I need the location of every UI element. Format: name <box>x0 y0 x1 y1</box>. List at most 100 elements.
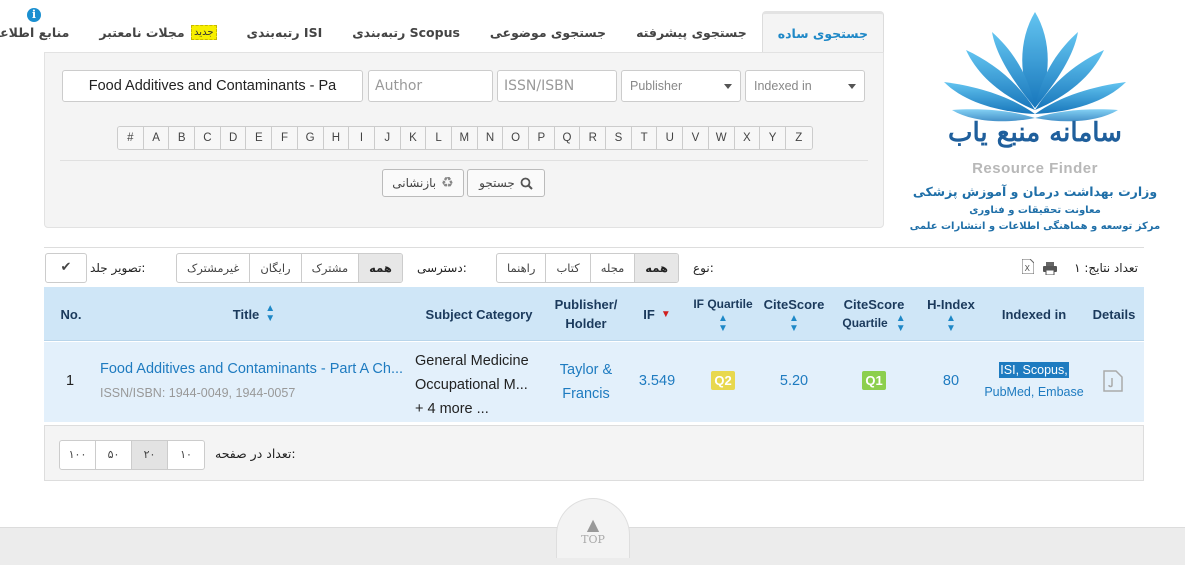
alphabet-letter-button[interactable]: A <box>143 127 170 149</box>
alphabet-letter-button[interactable]: # <box>118 127 144 149</box>
alphabet-letter-button[interactable]: K <box>400 127 427 149</box>
tab-isi-ranking[interactable]: رتبه‌بندی ISI <box>232 12 338 52</box>
col-no-label: No. <box>60 306 82 322</box>
publisher-link[interactable]: Taylor & Francis <box>548 358 624 406</box>
access-option-unsubscribed[interactable]: غیرمشترک <box>177 254 249 282</box>
issn-input[interactable]: ISSN/ISBN <box>497 70 617 102</box>
table-row: 1 Food Additives and Contaminants - Part… <box>44 342 1144 422</box>
access-label: دسترسی: <box>417 261 467 275</box>
tab-label: رتبه‌بندی ISI <box>246 24 323 40</box>
results-table-header: No. Title ▲ ▼ Subject Category Publisher/H… <box>44 287 1144 341</box>
tab-advanced-search[interactable]: جستجوی پیشرفته <box>621 12 762 52</box>
type-option-journal[interactable]: مجله <box>589 254 635 282</box>
alphabet-letter-button[interactable]: Y <box>760 127 786 149</box>
page-size-20[interactable]: ۲۰ <box>132 441 168 469</box>
search-icon <box>520 177 533 190</box>
alphabet-letter-button[interactable]: I <box>349 127 375 149</box>
indexed-in-select[interactable]: Indexed in <box>745 70 865 102</box>
reset-button[interactable]: بازنشانی ♻ <box>382 169 464 197</box>
alphabet-letter-button[interactable]: Z <box>785 127 812 149</box>
alphabet-letter-button[interactable]: V <box>683 127 709 149</box>
search-button[interactable]: جستجو <box>467 169 545 197</box>
details-icon[interactable] <box>1103 370 1123 396</box>
publisher-select-label: Publisher <box>630 79 683 93</box>
type-option-all[interactable]: همه <box>634 254 678 282</box>
col-cs-quartile-label: CiteScore <box>843 296 905 312</box>
alphabet-letter-button[interactable]: B <box>169 127 196 149</box>
alphabet-letter-button[interactable]: O <box>503 127 529 149</box>
tab-scopus-ranking[interactable]: رتبه‌بندی Scopus <box>337 12 475 52</box>
alphabet-letter-button[interactable]: U <box>657 127 684 149</box>
alphabet-letter-button[interactable]: L <box>426 127 452 149</box>
excel-export-icon[interactable]: X <box>1021 258 1035 278</box>
col-hindex[interactable]: H-Index ▲ ▼ <box>919 287 983 341</box>
alphabet-letter-button[interactable]: S <box>606 127 632 149</box>
alphabet-letter-button[interactable]: H <box>323 127 350 149</box>
alphabet-letter-button[interactable]: F <box>272 127 298 149</box>
col-citescore-label: CiteScore <box>763 296 825 312</box>
alphabet-letter-button[interactable]: N <box>477 127 504 149</box>
alphabet-letter-button[interactable]: X <box>734 127 761 149</box>
print-icon[interactable] <box>1043 260 1057 279</box>
col-if-quartile[interactable]: IF Quartile ▲ ▼ <box>689 287 757 341</box>
alphabet-letter-button[interactable]: P <box>529 127 555 149</box>
tab-information-sources[interactable]: منابع اطلاعاتی <box>0 12 84 52</box>
col-subject: Subject Category <box>414 287 544 341</box>
access-filter: همه مشترک رایگان غیرمشترک <box>176 253 403 283</box>
alphabet-letter-button[interactable]: Q <box>554 127 581 149</box>
scroll-top-button[interactable]: ▲ TOP <box>556 498 630 558</box>
page-size-selector: ۱۰۰ ۵۰ ۲۰ ۱۰ <box>59 440 205 470</box>
publisher-select[interactable]: Publisher <box>621 70 741 102</box>
journal-title-link[interactable]: Food Additives and Contaminants - Part A… <box>100 361 412 377</box>
tab-label: جستجوی موضوعی <box>489 24 607 40</box>
deputy-name: معاونت تحقیقات و فناوری <box>969 205 1101 216</box>
alphabet-letter-button[interactable]: W <box>708 127 735 149</box>
type-option-guide[interactable]: راهنما <box>497 254 545 282</box>
col-publisher: Publisher/Holder <box>548 287 624 341</box>
alphabet-letter-button[interactable]: J <box>374 127 401 149</box>
col-if-label: IF <box>643 306 655 322</box>
cover-toggle[interactable]: ✔ <box>45 253 87 283</box>
sort-icon: ▲ ▼ <box>946 312 956 334</box>
col-citescore[interactable]: CiteScore ▲ ▼ <box>759 287 829 341</box>
recycle-icon: ♻ <box>441 175 454 191</box>
alphabet-letter-button[interactable]: D <box>220 127 247 149</box>
access-option-all[interactable]: همه <box>358 254 402 282</box>
access-option-free[interactable]: رایگان <box>249 254 300 282</box>
alphabet-letter-button[interactable]: C <box>195 127 221 149</box>
alphabet-letter-button[interactable]: E <box>246 127 273 149</box>
tab-subject-search[interactable]: جستجوی موضوعی <box>475 12 621 52</box>
col-cs-quartile[interactable]: CiteScore Quartile ▲ ▼ <box>834 287 914 341</box>
col-cs-quartile-label-2: Quartile <box>842 316 888 330</box>
indexed-select-label: Indexed in <box>754 79 812 93</box>
alphabet-letter-button[interactable]: T <box>631 127 658 149</box>
if-quartile-cell: Q2 <box>689 371 757 390</box>
alphabet-letter-button[interactable]: M <box>451 127 478 149</box>
col-if-quartile-label: IF Quartile <box>693 296 753 311</box>
tab-invalid-journals[interactable]: مجلات نامعتبر جدید <box>84 12 231 52</box>
subject-more-link[interactable]: + 4 more ... <box>415 397 535 421</box>
alphabet-letter-button[interactable]: R <box>580 127 607 149</box>
result-count: تعداد نتایج: ۱ <box>1074 261 1138 275</box>
page-size-50[interactable]: ۵۰ <box>96 441 132 469</box>
ministry-name: وزارت بهداشت درمان و آموزش پزشکی <box>912 184 1158 199</box>
page-size-10[interactable]: ۱۰ <box>168 441 204 469</box>
type-filter: همه مجله کتاب راهنما <box>496 253 679 283</box>
access-option-subscribed[interactable]: مشترک <box>300 254 359 282</box>
logo-latin-title: Resource Finder <box>972 160 1098 177</box>
author-input[interactable]: Author <box>368 70 493 102</box>
title-search-input[interactable]: Food Additives and Contaminants - Pa <box>62 70 363 102</box>
alphabet-letter-button[interactable]: G <box>297 127 324 149</box>
subject-item: Occupational M... <box>415 377 528 393</box>
col-if[interactable]: IF ▼ <box>632 287 682 341</box>
page-size-100[interactable]: ۱۰۰ <box>60 441 96 469</box>
tab-label: منابع اطلاعاتی <box>0 24 70 40</box>
tab-label: رتبه‌بندی Scopus <box>352 24 460 40</box>
type-label: نوع: <box>693 261 714 275</box>
tab-simple-search[interactable]: جستجوی ساده <box>761 11 884 52</box>
tab-label: جستجوی ساده <box>777 25 868 41</box>
type-option-book[interactable]: کتاب <box>545 254 589 282</box>
col-indexed-label: Indexed in <box>1001 306 1067 322</box>
sort-icon: ▲ ▼ <box>789 312 799 334</box>
col-title[interactable]: Title ▲ ▼ <box>164 287 344 341</box>
